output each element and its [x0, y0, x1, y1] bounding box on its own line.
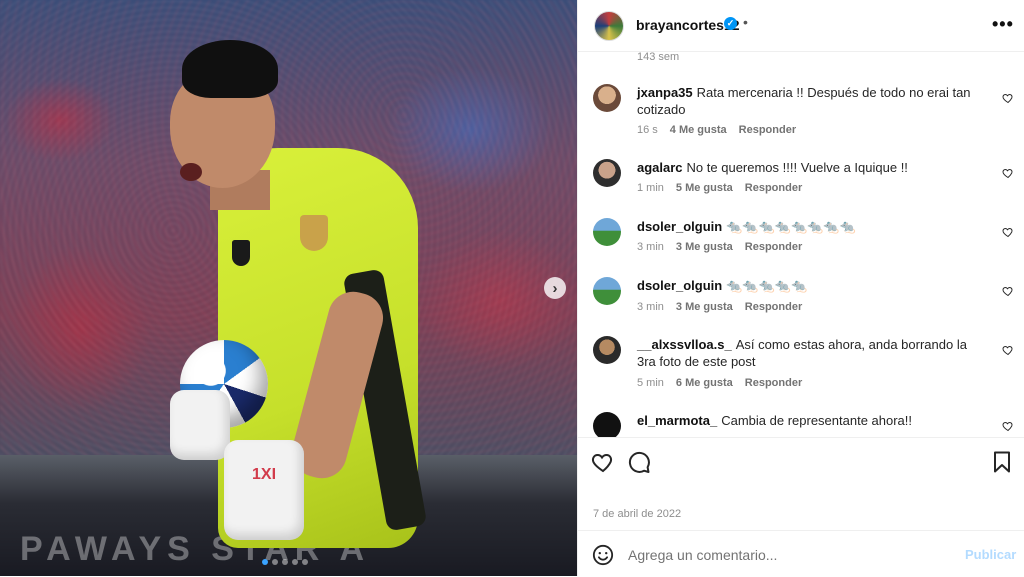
like-heart-icon[interactable] — [591, 450, 615, 474]
separator-dot: • — [743, 14, 748, 30]
reply-button[interactable]: Responder — [745, 377, 802, 389]
comment-body: Cambia de representante ahora!! — [721, 413, 913, 428]
next-slide-button[interactable]: › — [544, 277, 566, 299]
comment-meta: 16 s 4 Me gusta Responder — [637, 124, 796, 136]
comments-list[interactable]: 143 sem jxanpa35 Rata mercenaria !! Despu… — [578, 51, 1024, 437]
comment-bubble-icon[interactable] — [627, 450, 651, 474]
commenter-username[interactable]: jxanpa35 — [637, 85, 693, 100]
author-avatar[interactable] — [594, 11, 624, 41]
comment-meta: 5 min 6 Me gusta Responder — [637, 377, 802, 389]
comment-likes[interactable]: 4 Me gusta — [670, 124, 727, 136]
comment-text-block: agalarc No te queremos !!!! Vuelve a Iqui… — [637, 159, 977, 176]
reply-button[interactable]: Responder — [745, 301, 802, 313]
carousel-dot — [302, 559, 308, 565]
comment-text-block: jxanpa35 Rata mercenaria !! Después de to… — [637, 84, 977, 118]
commenter-username[interactable]: el_marmota_ — [637, 413, 717, 428]
like-comment-heart-icon[interactable] — [1002, 344, 1014, 356]
emoji-smiley-icon[interactable] — [592, 544, 614, 566]
comment-input[interactable] — [626, 543, 950, 567]
reply-button[interactable]: Responder — [745, 182, 802, 194]
like-comment-heart-icon[interactable] — [1002, 167, 1014, 179]
publish-button[interactable]: Publicar — [965, 547, 1016, 562]
carousel-indicator — [262, 559, 308, 565]
post-sidebar: brayancortes12 ✓ • ••• 143 sem jxanpa35 R… — [577, 0, 1024, 576]
comment-body: 🐀🐀🐀🐀🐀 — [726, 278, 808, 293]
chevron-right-icon: › — [552, 279, 558, 297]
carousel-dot — [262, 559, 268, 565]
glove-left — [170, 390, 230, 460]
club-crest — [232, 240, 250, 266]
goalkeeper-figure — [160, 40, 460, 576]
commenter-username[interactable]: agalarc — [637, 160, 683, 175]
comment-meta: 1 min 5 Me gusta Responder — [637, 182, 802, 194]
comment-likes[interactable]: 5 Me gusta — [676, 182, 733, 194]
like-comment-heart-icon[interactable] — [1002, 285, 1014, 297]
comment-meta: 3 min 3 Me gusta Responder — [637, 301, 802, 313]
comment-text-block: el_marmota_ Cambia de representante ahora… — [637, 412, 977, 429]
comment-time: 16 s — [637, 124, 658, 136]
commenter-avatar[interactable] — [593, 412, 621, 437]
previous-comment-time: 143 sem — [637, 51, 680, 63]
carousel-dot — [292, 559, 298, 565]
commenter-avatar[interactable] — [593, 336, 621, 364]
carousel-dot — [272, 559, 278, 565]
comment-text-block: dsoler_olguin 🐀🐀🐀🐀🐀 — [637, 277, 977, 294]
like-comment-heart-icon[interactable] — [1002, 420, 1014, 432]
like-comment-heart-icon[interactable] — [1002, 226, 1014, 238]
post-header: brayancortes12 ✓ • ••• — [578, 0, 1024, 52]
sleeve-badge — [300, 215, 328, 251]
comment-likes[interactable]: 3 Me gusta — [676, 241, 733, 253]
bookmark-icon[interactable] — [990, 450, 1014, 474]
comment-time: 3 min — [637, 241, 664, 253]
reply-button[interactable]: Responder — [739, 124, 796, 136]
carousel-dot — [282, 559, 288, 565]
post-actions: 7 de abril de 2022 — [578, 437, 1024, 528]
comment-composer: Publicar — [578, 530, 1024, 577]
glove-label: 1XI — [252, 466, 277, 483]
comment-body: 🐀🐀🐀🐀🐀🐀🐀🐀 — [726, 219, 856, 234]
comment-time: 5 min — [637, 377, 664, 389]
commenter-avatar[interactable] — [593, 159, 621, 187]
comment-time: 1 min — [637, 182, 664, 194]
comment-meta: 3 min 3 Me gusta Responder — [637, 241, 802, 253]
post-image[interactable]: PAWAYS STAR A 1XI › — [0, 0, 577, 576]
commenter-avatar[interactable] — [593, 84, 621, 112]
post-date: 7 de abril de 2022 — [593, 508, 682, 520]
like-comment-heart-icon[interactable] — [1002, 92, 1014, 104]
verified-badge-icon: ✓ — [724, 17, 737, 30]
commenter-username[interactable]: __alxssvlloa.s_ — [637, 337, 732, 352]
more-options-icon[interactable]: ••• — [992, 14, 1014, 35]
comment-body: No te queremos !!!! Vuelve a Iquique !! — [686, 160, 908, 175]
commenter-avatar[interactable] — [593, 218, 621, 246]
reply-button[interactable]: Responder — [745, 241, 802, 253]
comment-likes[interactable]: 3 Me gusta — [676, 301, 733, 313]
glove-right: 1XI — [224, 440, 304, 540]
comment-text-block: __alxssvlloa.s_ Así como estas ahora, and… — [637, 336, 977, 370]
commenter-username[interactable]: dsoler_olguin — [637, 278, 722, 293]
comment-text-block: dsoler_olguin 🐀🐀🐀🐀🐀🐀🐀🐀 — [637, 218, 977, 235]
commenter-avatar[interactable] — [593, 277, 621, 305]
commenter-username[interactable]: dsoler_olguin — [637, 219, 722, 234]
comment-time: 3 min — [637, 301, 664, 313]
comment-likes[interactable]: 6 Me gusta — [676, 377, 733, 389]
